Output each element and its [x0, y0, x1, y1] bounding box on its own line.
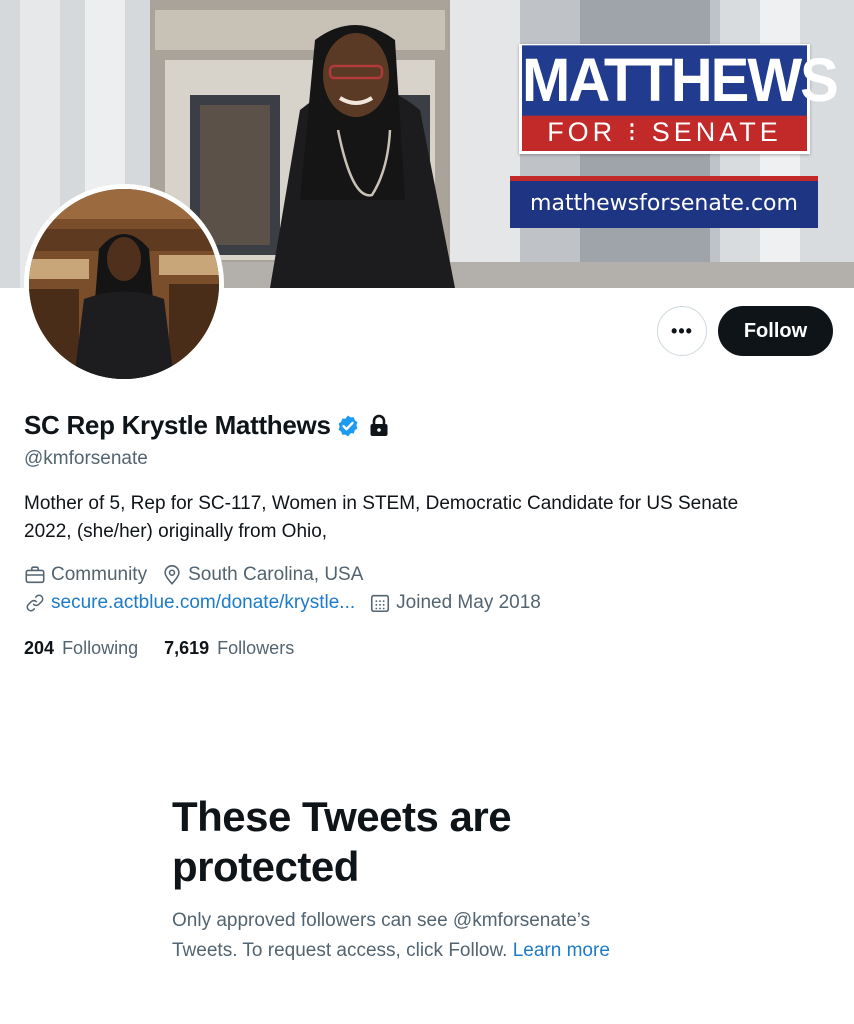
- learn-more-link[interactable]: Learn more: [513, 940, 610, 961]
- more-options-button[interactable]: •••: [657, 306, 707, 356]
- campaign-website: matthewsforsenate.com: [510, 176, 818, 228]
- website-link[interactable]: secure.actblue.com/donate/krystle...: [51, 592, 355, 614]
- profile-link[interactable]: secure.actblue.com/donate/krystle...: [24, 592, 355, 614]
- lock-icon: [370, 414, 388, 436]
- category-label: Community: [51, 564, 148, 585]
- following-stat[interactable]: 204 Following: [24, 638, 138, 659]
- protected-text-line: Only approved followers can see @kmforse…: [172, 910, 591, 931]
- profile-meta-row: Community South Carolina, USA: [24, 564, 377, 586]
- display-name: SC Rep Krystle Matthews: [24, 410, 331, 440]
- avatar[interactable]: [24, 184, 224, 384]
- profile-name-row: SC Rep Krystle Matthews: [24, 410, 390, 441]
- profile-category: Community: [24, 564, 147, 586]
- bio-line: Mother of 5, Rep for SC-117, Women in ST…: [24, 493, 739, 514]
- following-count: 204: [24, 638, 55, 658]
- campaign-logo: MATTHEWS FOR ⁝ SENATE: [519, 44, 839, 154]
- logo-name: MATTHEWS: [522, 45, 839, 116]
- profile-location: South Carolina, USA: [161, 564, 363, 586]
- protected-heading-line: protected: [172, 843, 359, 890]
- calendar-icon: [371, 594, 390, 613]
- more-icon: •••: [671, 320, 693, 341]
- protected-heading: These Tweets are protected: [172, 792, 732, 892]
- protected-text-line: Tweets. To request access, click Follow.: [172, 940, 508, 961]
- profile-handle: @kmforsenate: [24, 448, 148, 469]
- profile-stats: 204 Following 7,619 Followers: [24, 638, 320, 659]
- profile-joined: Joined May 2018: [369, 592, 541, 614]
- location-pin-icon: [164, 565, 180, 585]
- protected-tweets-notice: These Tweets are protected Only approved…: [172, 792, 732, 966]
- profile-meta-row: secure.actblue.com/donate/krystle... Joi…: [24, 592, 555, 614]
- protected-heading-line: These Tweets are: [172, 793, 512, 840]
- profile-bio: Mother of 5, Rep for SC-117, Women in ST…: [24, 490, 834, 546]
- followers-stat[interactable]: 7,619 Followers: [164, 638, 294, 659]
- bio-line: 2022, (she/her) originally from Ohio,: [24, 521, 328, 542]
- protected-description: Only approved followers can see @kmforse…: [172, 906, 732, 966]
- briefcase-icon: [25, 566, 45, 584]
- follow-button[interactable]: Follow: [718, 306, 833, 356]
- avatar-photo: [29, 189, 219, 379]
- joined-label: Joined May 2018: [396, 592, 541, 613]
- followers-label: Followers: [217, 638, 295, 658]
- link-icon: [26, 594, 44, 612]
- following-label: Following: [62, 638, 139, 658]
- location-label: South Carolina, USA: [188, 564, 364, 585]
- verified-badge-icon: [338, 415, 358, 436]
- logo-subtitle: FOR ⁝ SENATE: [522, 114, 807, 151]
- followers-count: 7,619: [164, 638, 210, 658]
